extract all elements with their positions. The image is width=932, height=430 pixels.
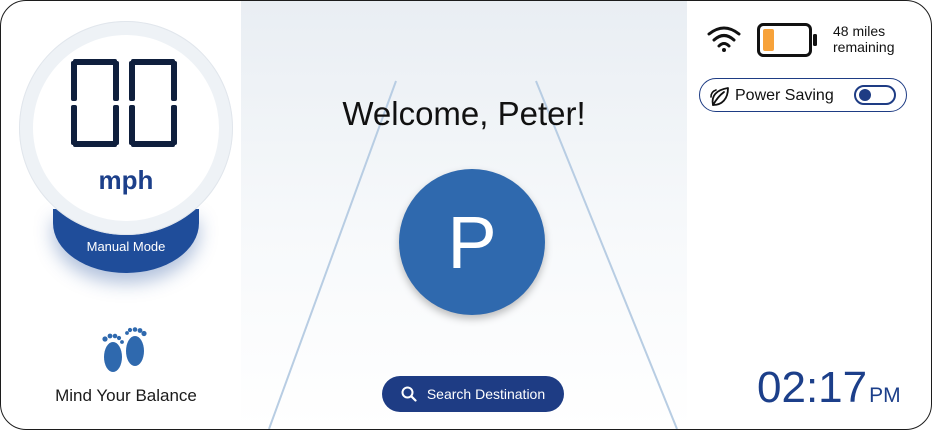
power-saving-switch-knob xyxy=(859,89,871,101)
search-icon xyxy=(401,386,417,402)
search-destination-label: Search Destination xyxy=(426,386,546,402)
leaf-icon xyxy=(710,87,729,106)
svg-text:00: 00 xyxy=(69,57,71,58)
clock-ampm: PM xyxy=(869,384,901,407)
drive-mode-label[interactable]: Manual Mode xyxy=(53,239,199,254)
welcome-title: Welcome, Peter! xyxy=(342,95,586,132)
clock-time: 02:17 xyxy=(757,363,868,412)
avatar-initial: P xyxy=(447,200,497,284)
dashboard-screen: 00 mph Manual Mode Mind Your Balance Wel… xyxy=(0,0,932,430)
battery-icon xyxy=(757,23,817,57)
power-saving-label: Power Saving xyxy=(735,87,834,104)
clock: 02:17PM xyxy=(757,363,901,413)
speed-unit: mph xyxy=(98,165,154,195)
range-suffix: remaining xyxy=(833,39,895,55)
wifi-icon[interactable] xyxy=(707,25,741,53)
search-destination-button[interactable]: Search Destination xyxy=(382,376,564,412)
range-miles: 48 miles xyxy=(833,23,886,39)
footprints-icon xyxy=(102,327,147,372)
balance-label: Mind Your Balance xyxy=(55,386,197,405)
avatar[interactable]: P xyxy=(399,169,545,315)
speed-readout: 00 xyxy=(69,57,177,147)
power-saving-toggle-row[interactable]: Power Saving xyxy=(699,78,907,112)
range-remaining: 48 miles remaining xyxy=(833,23,894,55)
power-saving-switch[interactable] xyxy=(854,85,896,105)
